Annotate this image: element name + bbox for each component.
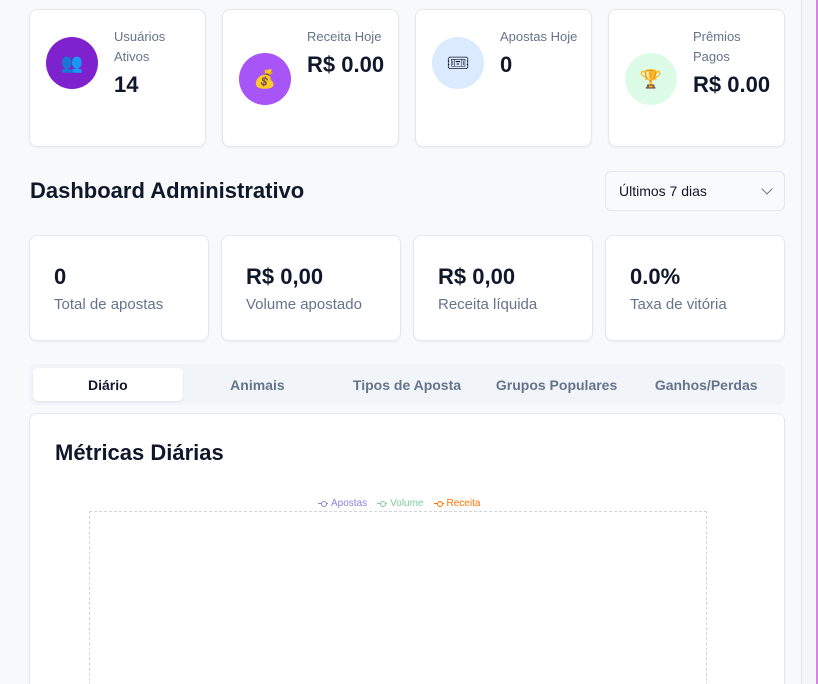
legend-item-volume[interactable]: Volume (377, 498, 424, 509)
stat-value: R$ 0.00 (693, 72, 771, 97)
daily-metrics-card: Métricas Diárias Apostas Volume Receita (29, 413, 785, 684)
tab-animals[interactable]: Animais (183, 368, 333, 401)
stat-card-active-users: 👥 Usuários Ativos 14 (29, 9, 206, 147)
metric-label: Receita líquida (438, 296, 538, 313)
legend-label: Apostas (331, 498, 368, 509)
users-icon: 👥 (46, 37, 98, 89)
stat-value: 14 (114, 72, 139, 97)
metric-value: 0 (54, 264, 67, 289)
metric-card-total-bets: 0 Total de apostas (29, 235, 209, 341)
metric-value: 0.0% (630, 264, 681, 289)
period-select-value: Últimos 7 dias (619, 183, 707, 199)
metric-value: R$ 0,00 (438, 264, 516, 289)
ticket-icon: 🎟 (432, 37, 484, 89)
legend-item-receita[interactable]: Receita (433, 498, 481, 509)
stat-card-bets-today: 🎟 Apostas Hoje 0 (415, 9, 592, 147)
stat-card-prizes-paid: 🏆 Prêmios Pagos R$ 0.00 (608, 9, 785, 147)
chevron-down-icon (761, 183, 773, 195)
metric-value: R$ 0,00 (246, 264, 324, 289)
metric-card-volume: R$ 0,00 Volume apostado (221, 235, 401, 341)
stat-label: Apostas Hoje (500, 29, 578, 44)
chart-plot-area (89, 511, 707, 684)
legend-marker-icon (377, 500, 388, 507)
legend-item-apostas[interactable]: Apostas (318, 498, 367, 509)
legend-label: Volume (390, 498, 424, 509)
metric-label: Taxa de vitória (630, 296, 727, 313)
metric-card-win-rate: 0.0% Taxa de vitória (605, 235, 785, 341)
tab-wins-losses[interactable]: Ganhos/Perdas (631, 368, 781, 401)
metric-card-net-revenue: R$ 0,00 Receita líquida (413, 235, 593, 341)
legend-label: Receita (446, 498, 481, 509)
tab-list: Diário Animais Tipos de Aposta Grupos Po… (29, 364, 785, 405)
money-bag-icon: 💰 (239, 53, 291, 105)
trophy-icon: 🏆 (625, 53, 677, 105)
stat-card-revenue-today: 💰 Receita Hoje R$ 0.00 (222, 9, 399, 147)
tab-popular-groups[interactable]: Grupos Populares (482, 368, 632, 401)
stat-value: 0 (500, 52, 513, 77)
window-edge (801, 0, 818, 684)
legend-marker-icon (433, 500, 444, 507)
metric-label: Total de apostas (54, 296, 164, 313)
page-title: Dashboard Administrativo (30, 178, 305, 203)
period-select[interactable]: Últimos 7 dias (605, 171, 785, 211)
chart-legend: Apostas Volume Receita (318, 498, 480, 509)
stat-label: Receita Hoje (307, 29, 382, 44)
stat-label: Prêmios Pagos (693, 29, 741, 64)
metric-label: Volume apostado (246, 296, 362, 313)
chart-title: Métricas Diárias (55, 440, 224, 465)
stat-value: R$ 0.00 (307, 52, 385, 77)
tab-daily[interactable]: Diário (33, 368, 183, 401)
tab-bet-types[interactable]: Tipos de Aposta (332, 368, 482, 401)
legend-marker-icon (318, 500, 328, 507)
stat-label: Usuários Ativos (114, 29, 166, 64)
